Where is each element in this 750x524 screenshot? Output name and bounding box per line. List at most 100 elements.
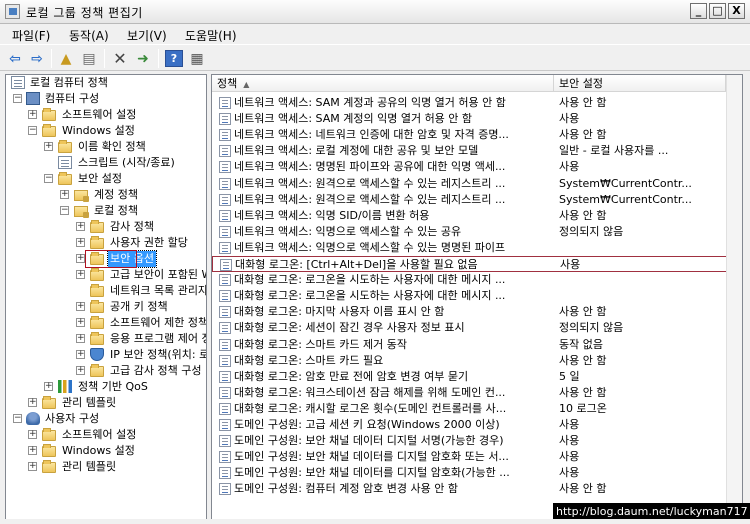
policy-row[interactable]: 대화형 로그온: 캐시할 로그온 횟수(도메인 컨트롤러를 사... 10 로그온 — [212, 401, 742, 417]
policy-row[interactable]: 네트워크 액세스: SAM 계정의 익명 열거 허용 안 함 사용 — [212, 111, 742, 127]
maximize-button[interactable]: □ — [709, 3, 726, 19]
folder-icon — [90, 236, 104, 249]
expand-icon[interactable]: + — [28, 110, 37, 119]
expand-icon[interactable]: + — [28, 462, 37, 471]
expand-icon[interactable]: + — [76, 238, 85, 247]
policy-row[interactable]: 대화형 로그온: 스마트 카드 제거 동작 동작 없음 — [212, 337, 742, 353]
policy-row[interactable]: 대화형 로그온: 마지막 사용자 이름 표시 안 함 사용 안 함 — [212, 304, 742, 320]
policy-row[interactable]: 네트워크 액세스: 익명 SID/이름 변환 허용 사용 안 함 — [212, 208, 742, 224]
policy-row[interactable]: 대화형 로그온: [Ctrl+Alt+Del]을 사용할 필요 없음 사용 — [212, 256, 742, 272]
tree-item-software-settings[interactable]: + 소프트웨어 설정 — [6, 107, 206, 123]
tree-item-policy-qos[interactable]: + 정책 기반 QoS — [6, 379, 206, 395]
tree-item-advanced-audit[interactable]: + 고급 감사 정책 구성 — [6, 363, 206, 379]
policy-item-icon — [219, 193, 231, 206]
expand-icon[interactable]: + — [60, 190, 69, 199]
close-button[interactable]: X — [728, 3, 745, 19]
tree-item-network-list-manager[interactable]: 네트워크 목록 관리자 정책 — [6, 283, 206, 299]
policy-row[interactable]: 대화형 로그온: 로그온을 시도하는 사용자에 대한 메시지 ... — [212, 272, 742, 288]
back-icon[interactable]: ⇦ — [6, 50, 24, 67]
tree-item-public-key-policies[interactable]: + 공개 키 정책 — [6, 299, 206, 315]
expand-icon[interactable]: + — [76, 366, 85, 375]
expand-icon[interactable]: + — [44, 142, 53, 151]
tree-item-user-software-settings[interactable]: + 소프트웨어 설정 — [6, 427, 206, 443]
tree-item-user-config[interactable]: − 사용자 구성 — [6, 411, 206, 427]
policy-row[interactable]: 네트워크 액세스: 익명으로 액세스할 수 있는 명명된 파이프 — [212, 240, 742, 256]
expand-icon[interactable]: + — [76, 350, 85, 359]
menu-action[interactable]: 동작(A) — [69, 27, 109, 44]
folder-icon — [42, 444, 56, 457]
tree-item-local-policies[interactable]: − 로컬 정책 — [6, 203, 206, 219]
expand-icon[interactable]: + — [28, 446, 37, 455]
console-tree[interactable]: 로컬 컴퓨터 정책 − 컴퓨터 구성 + 소프트웨어 설정 − Windows … — [5, 74, 207, 520]
forward-icon[interactable]: ⇨ — [28, 50, 46, 67]
policy-row[interactable]: 대화형 로그온: 스마트 카드 필요 사용 안 함 — [212, 353, 742, 369]
minimize-button[interactable]: _ — [690, 3, 707, 19]
help-icon[interactable]: ? — [165, 50, 183, 67]
tree-item-name-resolution-policy[interactable]: + 이름 확인 정책 — [6, 139, 206, 155]
policy-row[interactable]: 네트워크 액세스: SAM 계정과 공유의 익명 열거 허용 안 함 사용 안 함 — [212, 95, 742, 111]
collapse-icon[interactable]: − — [44, 174, 53, 183]
expand-icon[interactable]: + — [76, 270, 85, 279]
policy-row[interactable]: 네트워크 액세스: 네트워크 인증에 대한 암호 및 자격 증명... 사용 안 … — [212, 127, 742, 143]
policy-row[interactable]: 도메인 구성원: 고급 세션 키 요청(Windows 2000 이상) 사용 — [212, 417, 742, 433]
up-folder-icon[interactable]: ▲ — [57, 50, 75, 67]
policy-row[interactable]: 네트워크 액세스: 원격으로 액세스할 수 있는 레지스트리 ... System… — [212, 176, 742, 192]
security-setting-value: 10 로그온 — [559, 401, 607, 415]
policy-row[interactable]: 네트워크 액세스: 로컬 계정에 대한 공유 및 보안 모델 일반 - 로컬 사용… — [212, 143, 742, 159]
expand-icon[interactable]: + — [76, 334, 85, 343]
policy-item-icon — [219, 419, 231, 431]
menu-help[interactable]: 도움말(H) — [185, 27, 237, 44]
column-header-policy[interactable]: 정책 ▲ — [212, 75, 554, 92]
show-hide-tree-icon[interactable]: ▤ — [80, 50, 98, 67]
policy-list[interactable]: 정책 ▲ 보안 설정 네트워크 액세스: SAM 계정과 공유의 익명 열거 허용… — [211, 74, 743, 520]
tree-item-windows-settings[interactable]: − Windows 설정 — [6, 123, 206, 139]
policy-row[interactable]: 대화형 로그온: 세션이 잠긴 경우 사용자 정보 표시 정의되지 않음 — [212, 320, 742, 336]
collapse-icon[interactable]: − — [28, 126, 37, 135]
delete-icon[interactable]: ✕ — [111, 49, 129, 68]
vertical-scrollbar[interactable] — [726, 75, 742, 519]
status-bar — [0, 519, 750, 524]
tree-item-account-policies[interactable]: + 계정 정책 — [6, 187, 206, 203]
menu-file[interactable]: 파일(F) — [12, 27, 50, 44]
expand-icon[interactable]: + — [76, 254, 85, 263]
expand-icon[interactable]: + — [76, 302, 85, 311]
tree-item-user-admin-templates[interactable]: + 관리 템플릿 — [6, 459, 206, 475]
tree-item-local-computer-policy[interactable]: 로컬 컴퓨터 정책 — [6, 75, 206, 91]
tree-item-user-rights-assignment[interactable]: + 사용자 권한 할당 — [6, 235, 206, 251]
menu-view[interactable]: 보기(V) — [127, 27, 167, 44]
collapse-icon[interactable]: − — [60, 206, 69, 215]
policy-row[interactable]: 도메인 구성원: 보안 채널 데이터 디지털 서명(가능한 경우) 사용 — [212, 433, 742, 449]
policy-row[interactable]: 대화형 로그온: 워크스테이션 잠금 해제를 위해 도메인 컨... 사용 안 함 — [212, 385, 742, 401]
policy-row[interactable]: 대화형 로그온: 로그온을 시도하는 사용자에 대한 메시지 ... — [212, 288, 742, 304]
tree-item-ip-security[interactable]: + IP 보안 정책(위치: 로컬 컴퓨터) — [6, 347, 206, 363]
collapse-icon[interactable]: − — [13, 414, 22, 423]
tree-item-computer-config[interactable]: − 컴퓨터 구성 — [6, 91, 206, 107]
collapse-icon[interactable]: − — [13, 94, 22, 103]
expand-icon[interactable]: + — [28, 398, 37, 407]
policy-row[interactable]: 네트워크 액세스: 익명으로 액세스할 수 있는 공유 정의되지 않음 — [212, 224, 742, 240]
policy-row[interactable]: 대화형 로그온: 암호 만료 전에 암호 변경 여부 묻기 5 일 — [212, 369, 742, 385]
policy-row[interactable]: 도메인 구성원: 보안 채널 데이터를 디지털 암호화(가능한 ... 사용 — [212, 465, 742, 481]
highlight-box — [85, 250, 137, 268]
expand-icon[interactable]: + — [28, 430, 37, 439]
tree-item-user-windows-settings[interactable]: + Windows 설정 — [6, 443, 206, 459]
tree-item-security-settings[interactable]: − 보안 설정 — [6, 171, 206, 187]
tree-item-admin-templates[interactable]: + 관리 템플릿 — [6, 395, 206, 411]
policy-row[interactable]: 도메인 구성원: 보안 채널 데이터를 디지털 암호화 또는 서... 사용 — [212, 449, 742, 465]
tree-item-app-control[interactable]: + 응용 프로그램 제어 정책 — [6, 331, 206, 347]
policy-row[interactable]: 네트워크 액세스: 원격으로 액세스할 수 있는 레지스트리 ... System… — [212, 192, 742, 208]
policy-item-icon — [219, 386, 231, 399]
expand-icon[interactable]: + — [44, 382, 53, 391]
policy-row[interactable]: 도메인 구성원: 컴퓨터 계정 암호 변경 사용 안 함 사용 안 함 — [212, 481, 742, 497]
export-list-icon[interactable]: ➜ — [134, 50, 152, 67]
expand-icon[interactable]: + — [76, 318, 85, 327]
column-header-security-setting[interactable]: 보안 설정 — [554, 75, 726, 92]
tree-item-audit-policy[interactable]: + 감사 정책 — [6, 219, 206, 235]
tree-item-software-restriction[interactable]: + 소프트웨어 제한 정책 — [6, 315, 206, 331]
tree-item-scripts[interactable]: 스크립트 (시작/종료) — [6, 155, 206, 171]
properties-icon[interactable]: ▦ — [188, 50, 206, 67]
tree-item-advanced-firewall[interactable]: + 고급 보안이 포함된 Windows 방화벽 — [6, 267, 206, 283]
tree-item-label: 이름 확인 정책 — [78, 140, 146, 153]
policy-row[interactable]: 네트워크 액세스: 명명된 파이프와 공유에 대한 익명 액세... 사용 — [212, 159, 742, 175]
expand-icon[interactable]: + — [76, 222, 85, 231]
